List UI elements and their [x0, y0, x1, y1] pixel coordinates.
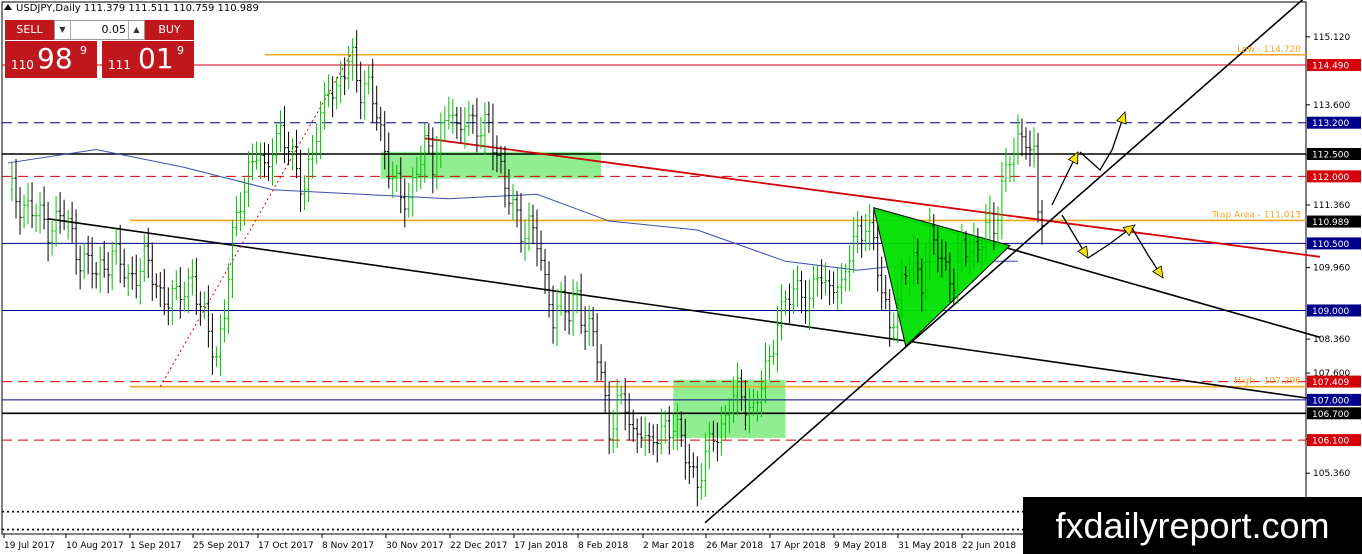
- buy-price-small: 111: [108, 58, 131, 72]
- chart-header: USDJPY,Daily 111.379 111.511 110.759 110…: [4, 3, 259, 14]
- level-tag-12: 106.700: [1312, 410, 1349, 420]
- lot-size-field[interactable]: ▼ 0.05 ▲: [54, 20, 145, 40]
- y-tick-label-4: 109.960: [1313, 264, 1350, 274]
- level-label-5: Trap Area - 111.013: [1211, 210, 1301, 220]
- sell-price-sup: 9: [80, 44, 87, 57]
- x-tick-label-0: 19 Jul 2017: [4, 541, 55, 551]
- x-tick-label-6: 30 Nov 2017: [386, 541, 444, 551]
- chart-header-text: USDJPY,Daily 111.379 111.511 110.759 110…: [16, 3, 259, 14]
- buy-button[interactable]: BUY: [145, 20, 194, 40]
- level-tag-4: 112.000: [1312, 173, 1349, 183]
- level-tag-6: 110.989: [1312, 218, 1349, 228]
- x-tick-label-3: 25 Sep 2017: [193, 541, 250, 551]
- x-tick-label-1: 10 Aug 2017: [66, 541, 124, 551]
- level-tag-8: 109.000: [1312, 307, 1349, 317]
- y-tick-label-8: 105.360: [1313, 469, 1350, 479]
- x-tick-label-12: 17 Apr 2018: [770, 541, 826, 551]
- level-label-0: Low - 114.720: [1237, 45, 1301, 55]
- level-tag-3: 112.500: [1312, 151, 1349, 161]
- x-tick-label-8: 17 Jan 2018: [514, 541, 568, 551]
- level-tag-7: 110.500: [1312, 240, 1349, 250]
- level-tag-11: 107.000: [1312, 396, 1349, 406]
- x-tick-label-9: 8 Feb 2018: [578, 541, 629, 551]
- x-tick-label-13: 9 May 2018: [834, 541, 887, 551]
- x-tick-label-5: 8 Nov 2017: [322, 541, 374, 551]
- x-tick-label-4: 17 Oct 2017: [258, 541, 314, 551]
- buy-price-sup: 9: [177, 44, 184, 57]
- x-tick-label-14: 31 May 2018: [898, 541, 957, 551]
- sell-price-big: 98: [37, 42, 73, 75]
- one-click-trade-panel: SELL ▼ 0.05 ▲ BUY 110 98 9 111 01 9: [5, 20, 194, 78]
- plot-frame: [1, 1, 1307, 535]
- lot-size-value[interactable]: 0.05: [102, 21, 127, 39]
- brand-watermark: fxdailyreport.com: [1023, 497, 1362, 554]
- decrease-lot-button[interactable]: ▼: [55, 21, 71, 39]
- x-tick-label-11: 26 Mar 2018: [706, 541, 763, 551]
- level-tag-13: 106.100: [1312, 437, 1349, 447]
- sell-button[interactable]: SELL: [5, 20, 54, 40]
- level-label-10: High - 107.296: [1234, 377, 1301, 387]
- x-tick-label-15: 22 Jun 2018: [962, 541, 1016, 551]
- y-tick-label-5: 108.360: [1313, 335, 1350, 345]
- y-tick-label-1: 113.600: [1313, 101, 1350, 111]
- triangle-up-icon: [4, 4, 12, 10]
- y-tick-label-0: 115.120: [1313, 33, 1350, 43]
- buy-price-button[interactable]: 111 01 9: [102, 41, 194, 78]
- x-tick-label-7: 22 Dec 2017: [450, 541, 508, 551]
- resistance-zone: [380, 151, 602, 179]
- level-tag-9: 107.409: [1312, 378, 1349, 388]
- sell-price-button[interactable]: 110 98 9: [5, 41, 97, 78]
- x-tick-label-10: 2 Mar 2018: [643, 541, 695, 551]
- sell-price-small: 110: [11, 58, 34, 72]
- x-tick-label-2: 1 Sep 2017: [130, 541, 181, 551]
- buy-price-big: 01: [138, 42, 174, 75]
- increase-lot-button[interactable]: ▲: [128, 21, 144, 39]
- price-chart[interactable]: 115.120113.600112.480111.360109.960108.3…: [0, 0, 1362, 554]
- level-tag-2: 113.200: [1312, 119, 1349, 129]
- y-tick-label-3: 111.360: [1313, 201, 1350, 211]
- level-tag-1: 114.490: [1312, 62, 1349, 72]
